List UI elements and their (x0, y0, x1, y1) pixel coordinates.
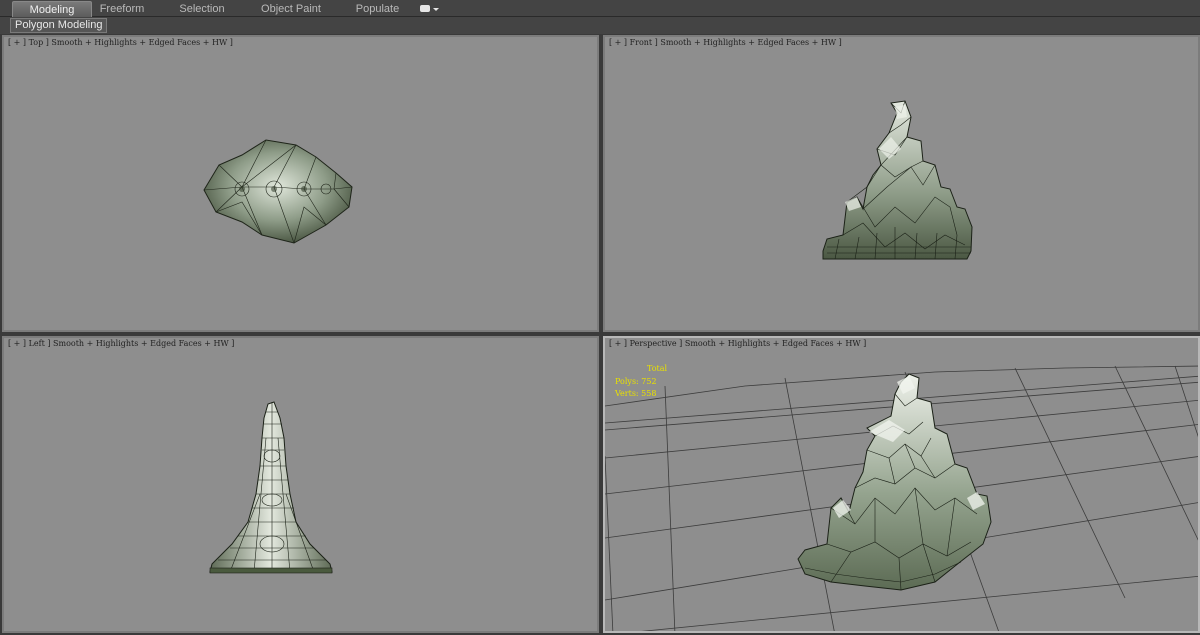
rock-mesh-left-view (209, 401, 333, 574)
perspective-scene (605, 365, 1198, 631)
rock-mesh-front-view (822, 100, 973, 260)
tab-populate[interactable]: Populate (350, 1, 405, 17)
tab-freeform[interactable]: Freeform (92, 1, 152, 17)
ribbon-tabs: Modeling Freeform Selection Object Paint… (0, 0, 1200, 17)
viewport-perspective[interactable]: [ + ] Perspective ] Smooth + Highlights … (603, 336, 1200, 633)
toggle-ribbon-icon[interactable] (418, 2, 440, 15)
viewport-top[interactable]: [ + ] Top ] Smooth + Highlights + Edged … (2, 35, 599, 332)
polygon-modeling-panel-button[interactable]: Polygon Modeling (10, 18, 108, 33)
tab-selection[interactable]: Selection (172, 1, 232, 17)
ribbon-panel-bar: Polygon Modeling (0, 17, 1200, 34)
viewport-front[interactable]: [ + ] Front ] Smooth + Highlights + Edge… (603, 35, 1200, 332)
viewport-left[interactable]: [ + ] Left ] Smooth + Highlights + Edged… (2, 336, 599, 633)
tab-modeling[interactable]: Modeling (12, 1, 92, 17)
rock-mesh-top-view (203, 139, 353, 244)
tab-object-paint[interactable]: Object Paint (256, 1, 326, 17)
